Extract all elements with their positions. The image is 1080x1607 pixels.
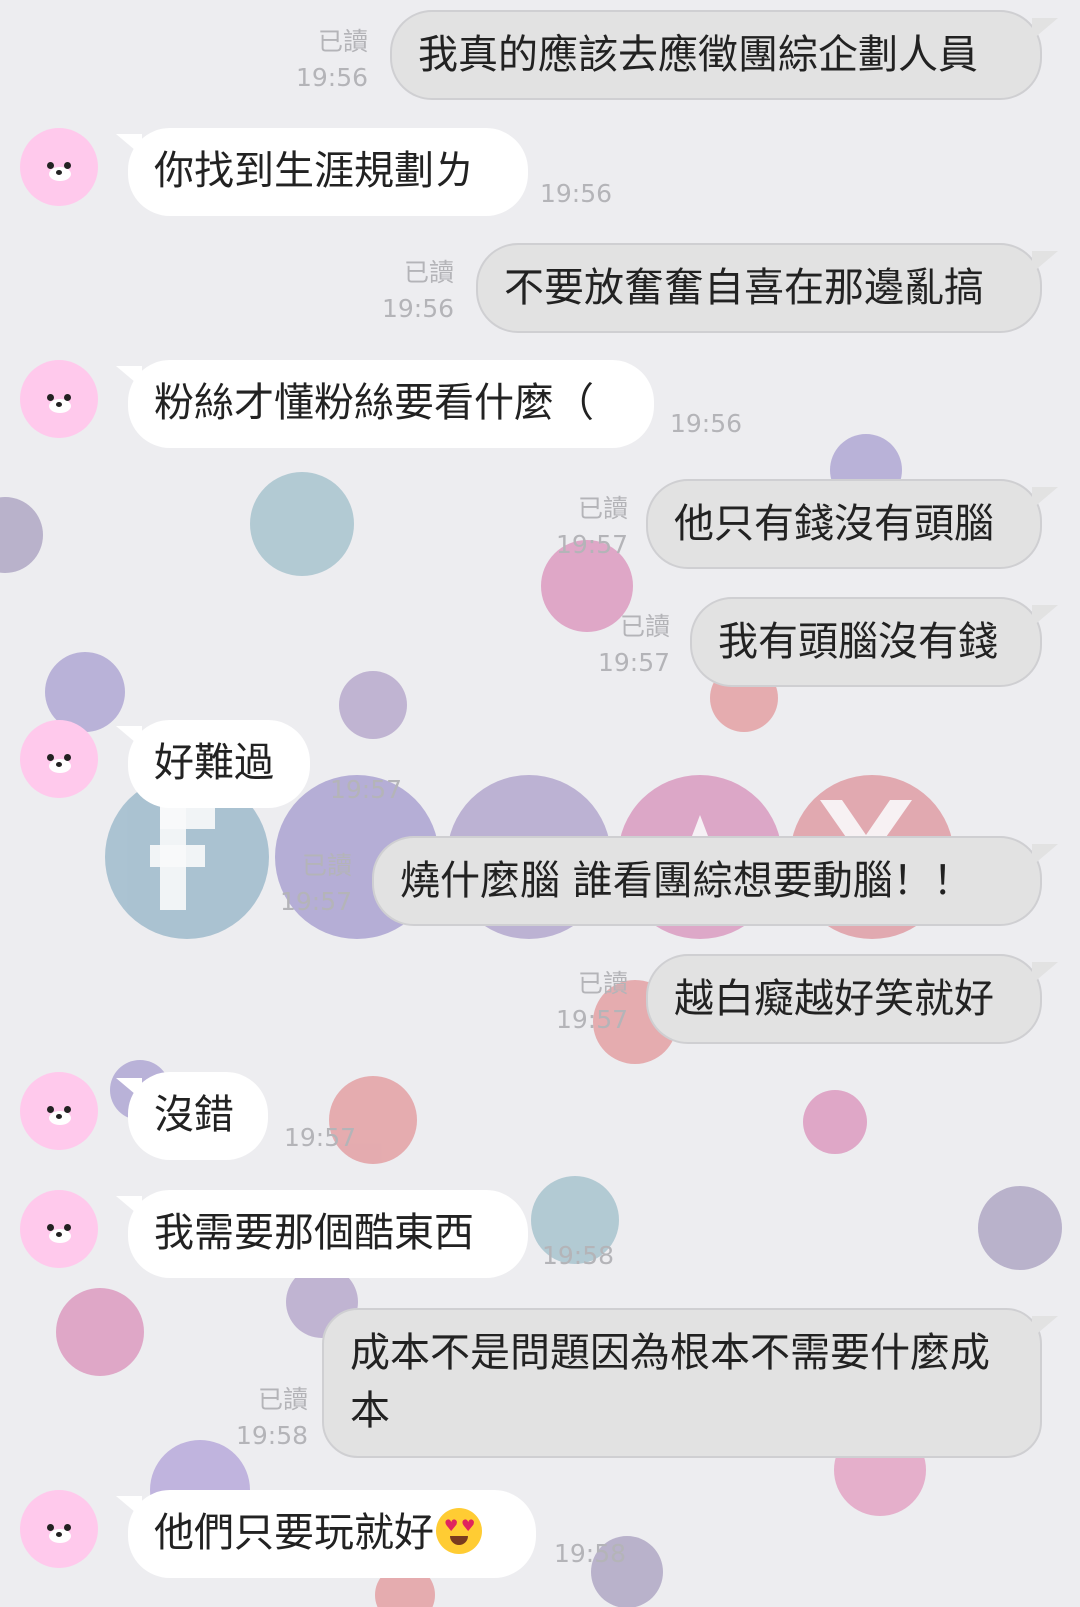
bubble-tail	[1032, 1316, 1058, 1338]
message-row: 已讀 19:57 越白癡越好笑就好	[0, 954, 1080, 1046]
outgoing-message-bubble[interactable]: 他只有錢沒有頭腦	[646, 479, 1042, 569]
message-meta: 19:56	[670, 406, 742, 442]
message-meta: 已讀 19:57	[556, 491, 628, 563]
message-time: 19:58	[235, 1421, 308, 1450]
message-meta: 已讀 19:56	[382, 255, 454, 327]
message-meta: 19:57	[330, 772, 402, 808]
message-text: 他們只要玩就好	[154, 1510, 434, 1556]
contact-avatar[interactable]	[20, 1490, 98, 1568]
message-row: 已讀 19:56 我真的應該去應徵團綜企劃人員	[0, 10, 1080, 102]
message-row: 我需要那個酷東西 19:58	[0, 1190, 1080, 1280]
message-row: 你找到生涯規劃ㄌ 19:56	[0, 128, 1080, 218]
outgoing-message-bubble[interactable]: 成本不是問題因為根本不需要什麼成本	[322, 1308, 1042, 1458]
outgoing-message-bubble[interactable]: 燒什麼腦 誰看團綜想要動腦！！	[372, 836, 1042, 926]
heart-eyes-emoji-icon: ♥ ♥	[436, 1508, 482, 1554]
incoming-message-bubble[interactable]: 好難過	[128, 720, 310, 808]
message-time: 19:56	[295, 63, 368, 92]
bubble-tail	[1032, 18, 1058, 40]
outgoing-message-bubble[interactable]: 不要放奮奮自喜在那邊亂搞	[476, 243, 1042, 333]
read-receipt: 已讀	[577, 969, 628, 998]
message-time: 19:56	[670, 409, 743, 438]
bubble-tail	[1032, 487, 1058, 509]
contact-avatar[interactable]	[20, 1072, 98, 1150]
incoming-message-bubble[interactable]: 他們只要玩就好 ♥ ♥	[128, 1490, 536, 1578]
message-time: 19:57	[555, 530, 628, 559]
message-row: 已讀 19:57 我有頭腦沒有錢	[0, 597, 1080, 689]
message-time: 19:57	[279, 887, 352, 916]
message-meta: 19:56	[540, 176, 612, 212]
read-receipt: 已讀	[577, 494, 628, 523]
message-meta: 已讀 19:58	[236, 1382, 308, 1454]
incoming-message-bubble[interactable]: 粉絲才懂粉絲要看什麼（	[128, 360, 654, 448]
message-meta: 已讀 19:57	[556, 966, 628, 1038]
read-receipt: 已讀	[301, 851, 352, 880]
message-meta: 19:58	[554, 1536, 626, 1572]
message-time: 19:56	[540, 179, 613, 208]
contact-avatar[interactable]	[20, 1190, 98, 1268]
message-row: 已讀 19:57 燒什麼腦 誰看團綜想要動腦！！	[0, 836, 1080, 928]
incoming-message-bubble[interactable]: 你找到生涯規劃ㄌ	[128, 128, 528, 216]
outgoing-message-bubble[interactable]: 我真的應該去應徵團綜企劃人員	[390, 10, 1042, 100]
incoming-message-bubble[interactable]: 沒錯	[128, 1072, 268, 1160]
read-receipt: 已讀	[619, 612, 670, 641]
message-meta: 19:57	[284, 1120, 356, 1156]
bubble-tail	[1032, 605, 1058, 627]
read-receipt: 已讀	[403, 258, 454, 287]
message-row: 沒錯 19:57	[0, 1072, 1080, 1162]
contact-avatar[interactable]	[20, 720, 98, 798]
message-time: 19:57	[555, 1005, 628, 1034]
contact-avatar[interactable]	[20, 360, 98, 438]
message-meta: 已讀 19:57	[598, 609, 670, 681]
message-meta: 已讀 19:56	[296, 24, 368, 96]
bubble-tail	[1032, 844, 1058, 866]
message-time: 19:57	[284, 1123, 357, 1152]
message-row: 粉絲才懂粉絲要看什麼（ 19:56	[0, 360, 1080, 450]
contact-avatar[interactable]	[20, 128, 98, 206]
bubble-tail	[1032, 251, 1058, 273]
message-row: 已讀 19:58 成本不是問題因為根本不需要什麼成本	[0, 1308, 1080, 1460]
message-row: 好難過 19:57	[0, 720, 1080, 810]
message-time: 19:57	[597, 648, 670, 677]
message-row: 已讀 19:56 不要放奮奮自喜在那邊亂搞	[0, 243, 1080, 335]
message-time: 19:58	[554, 1539, 627, 1568]
outgoing-message-bubble[interactable]: 越白癡越好笑就好	[646, 954, 1042, 1044]
message-time: 19:58	[542, 1241, 615, 1270]
message-meta: 已讀 19:57	[280, 848, 352, 920]
message-meta: 19:58	[542, 1238, 614, 1274]
read-receipt: 已讀	[317, 27, 368, 56]
outgoing-message-bubble[interactable]: 我有頭腦沒有錢	[690, 597, 1042, 687]
message-time: 19:57	[330, 775, 403, 804]
read-receipt: 已讀	[257, 1385, 308, 1414]
message-time: 19:56	[381, 294, 454, 323]
message-row: 他們只要玩就好 ♥ ♥ 19:58	[0, 1490, 1080, 1580]
message-row: 已讀 19:57 他只有錢沒有頭腦	[0, 479, 1080, 571]
incoming-message-bubble[interactable]: 我需要那個酷東西	[128, 1190, 528, 1278]
bubble-tail	[1032, 962, 1058, 984]
